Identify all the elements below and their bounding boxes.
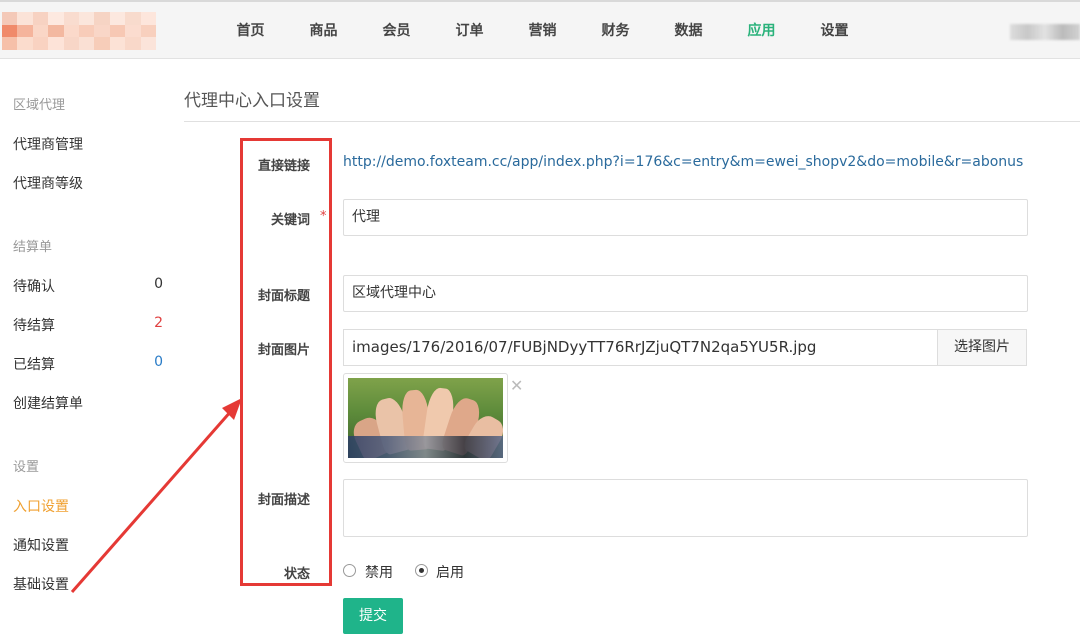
nav-members[interactable]: 会员 xyxy=(360,2,433,61)
cover-image-path-input[interactable]: images/176/2016/07/FUBjNDyyTT76RrJZjuQT7… xyxy=(343,329,938,366)
count-badge: 0 xyxy=(154,276,163,292)
nav-orders[interactable]: 订单 xyxy=(433,2,506,61)
sidebar-section-title: 结算单 xyxy=(13,240,53,255)
nav-data[interactable]: 数据 xyxy=(652,2,725,61)
status-enabled-radio[interactable] xyxy=(415,564,428,577)
status-disabled-radio[interactable] xyxy=(343,564,356,577)
sidebar-item-label: 通知设置 xyxy=(13,538,69,554)
status-enabled-label[interactable]: 启用 xyxy=(436,562,464,582)
sidebar-item-label: 代理商等级 xyxy=(13,176,83,192)
sidebar-item-label: 待结算 xyxy=(13,318,55,334)
sidebar-item-agent-level[interactable]: 代理商等级 xyxy=(13,173,163,193)
divider xyxy=(184,121,1080,122)
user-account[interactable] xyxy=(1010,24,1080,40)
nav-finance[interactable]: 财务 xyxy=(579,2,652,61)
sidebar-item-basic-settings[interactable]: 基础设置 xyxy=(13,574,163,594)
page-title: 代理中心入口设置 xyxy=(184,91,320,111)
nav-settings[interactable]: 设置 xyxy=(798,2,871,61)
cover-desc-textarea[interactable] xyxy=(343,479,1028,537)
nav-marketing[interactable]: 营销 xyxy=(506,2,579,61)
sidebar: 区域代理 代理商管理 代理商等级 结算单 待确认 0 待结算 2 已结算 0 创建结算… xyxy=(0,60,170,640)
keyword-input[interactable]: 代理 xyxy=(343,199,1028,236)
sidebar-section-title: 设置 xyxy=(13,460,40,475)
remove-image-icon[interactable]: ✕ xyxy=(510,376,523,395)
sidebar-item-label: 基础设置 xyxy=(13,577,69,593)
sidebar-item-label: 待确认 xyxy=(13,279,55,295)
sidebar-item-to-settle[interactable]: 待结算 2 xyxy=(13,315,163,335)
nav-products[interactable]: 商品 xyxy=(287,2,360,61)
status-disabled-label[interactable]: 禁用 xyxy=(365,562,393,582)
count-badge: 2 xyxy=(154,315,163,331)
cover-image-thumbnail xyxy=(343,373,508,463)
top-bar: 首页 商品 会员 订单 营销 财务 数据 应用 设置 xyxy=(0,0,1080,59)
sidebar-item-settled[interactable]: 已结算 0 xyxy=(13,354,163,374)
sidebar-item-entry-settings[interactable]: 入口设置 xyxy=(13,496,163,516)
cover-title-input[interactable]: 区域代理中心 xyxy=(343,275,1028,312)
nav-home[interactable]: 首页 xyxy=(214,2,287,61)
main-nav: 首页 商品 会员 订单 营销 财务 数据 应用 设置 xyxy=(214,2,871,61)
sidebar-section-title: 区域代理 xyxy=(13,98,66,113)
annotation-highlight-box xyxy=(240,138,332,586)
sidebar-item-agent-manage[interactable]: 代理商管理 xyxy=(13,134,163,154)
nav-apps[interactable]: 应用 xyxy=(725,2,798,61)
pick-image-button[interactable]: 选择图片 xyxy=(937,329,1027,366)
sidebar-item-label: 已结算 xyxy=(13,357,55,373)
sidebar-item-label: 代理商管理 xyxy=(13,137,83,153)
sidebar-item-to-confirm[interactable]: 待确认 0 xyxy=(13,276,163,296)
sidebar-item-notify-settings[interactable]: 通知设置 xyxy=(13,535,163,555)
count-badge: 0 xyxy=(154,354,163,370)
sidebar-item-create-settlement[interactable]: 创建结算单 xyxy=(13,393,163,413)
submit-button[interactable]: 提交 xyxy=(343,598,403,634)
logo[interactable] xyxy=(2,12,156,50)
sidebar-item-label: 入口设置 xyxy=(13,499,69,515)
sidebar-item-label: 创建结算单 xyxy=(13,396,83,412)
direct-link[interactable]: http://demo.foxteam.cc/app/index.php?i=1… xyxy=(343,154,1023,170)
cover-image-preview xyxy=(348,378,503,458)
